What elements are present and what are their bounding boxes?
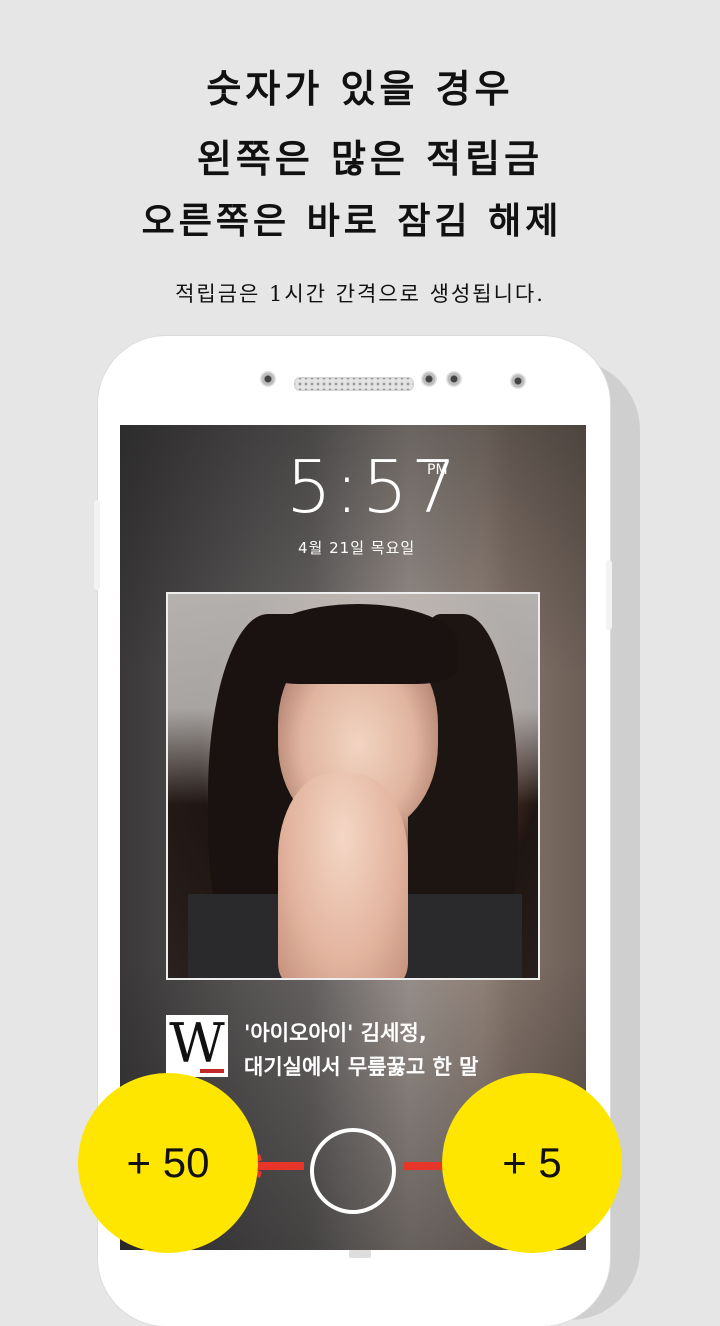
left-reward-label: + 50 bbox=[126, 1139, 210, 1186]
home-indicator bbox=[349, 1250, 371, 1258]
clock-ampm: PM bbox=[427, 462, 448, 478]
front-camera-icon bbox=[260, 371, 276, 387]
phone-side-button bbox=[94, 500, 100, 590]
headline-line-1: 숫자가 있을 경우 bbox=[206, 66, 514, 111]
clock-date: 4월 21일 목요일 bbox=[298, 539, 416, 557]
news-headline-line-2: 대기실에서 무릎꿇고 한 말 bbox=[244, 1055, 479, 1079]
subheadline: 적립금은 1시간 간격으로 생성됩니다. bbox=[175, 282, 545, 306]
content-photo[interactable] bbox=[166, 592, 540, 980]
sensor-dot-icon bbox=[510, 373, 526, 389]
proximity-sensor-icon bbox=[421, 371, 437, 387]
headline-line-3: 오른쪽은 바로 잠김 해제 bbox=[141, 200, 563, 242]
earpiece-speaker bbox=[294, 377, 414, 391]
news-headline-card[interactable]: W '아이오아이' 김세정, 대기실에서 무릎꿇고 한 말 bbox=[166, 1015, 506, 1081]
news-headline-line-1: '아이오아이' 김세정, bbox=[244, 1021, 427, 1045]
news-logo-icon: W bbox=[166, 1015, 228, 1077]
right-unlock-button[interactable]: + 5 bbox=[442, 1073, 622, 1253]
headline-line-2: 왼쪽은 많은 적립금 bbox=[196, 136, 544, 181]
light-sensor-icon bbox=[446, 371, 462, 387]
right-reward-label: + 5 bbox=[502, 1139, 562, 1186]
phone-power-button bbox=[606, 560, 612, 630]
unlock-handle[interactable] bbox=[310, 1128, 396, 1214]
left-reward-button[interactable]: + 50 bbox=[78, 1073, 258, 1253]
clock-time: 5:57 bbox=[286, 445, 460, 529]
